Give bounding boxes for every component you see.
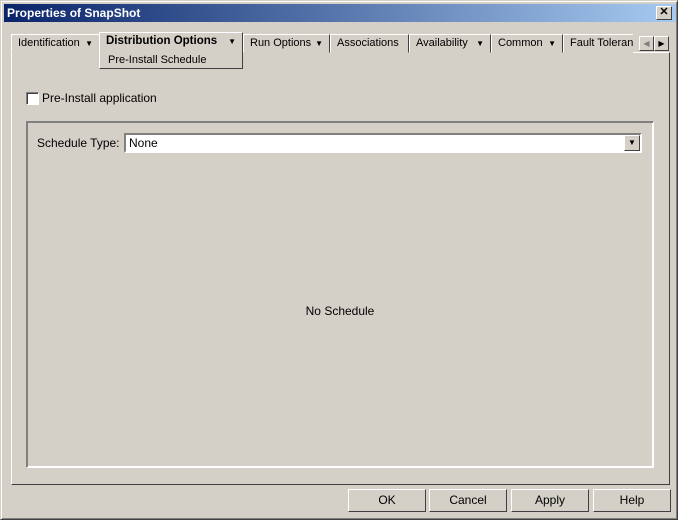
close-button[interactable]: ✕ [656,6,672,20]
tab-label: Run Options [250,37,312,49]
properties-dialog: Properties of SnapShot ✕ Identification ▼… [0,0,678,520]
tab-identification[interactable]: Identification ▼ [11,34,100,53]
help-button[interactable]: Help [593,489,671,512]
tab-label: Distribution Options [106,35,218,47]
pre-install-label[interactable]: Pre-Install application [42,91,157,105]
tab-scroll-right-button[interactable]: ▶ [654,36,669,51]
schedule-type-select[interactable]: None ▼ [124,133,642,153]
tab-distribution-options[interactable]: Distribution Options ▼ Pre-Install Schedul… [99,32,243,69]
subtab-pre-install-schedule[interactable]: Pre-Install Schedule [108,52,206,68]
tab-scroll-left-button[interactable]: ◀ [639,36,654,51]
tab-fault-tolerance[interactable]: Fault Toleran [563,34,633,53]
window-title: Properties of SnapShot [7,6,141,20]
ok-button[interactable]: OK [348,489,426,512]
schedule-type-value: None [129,136,158,150]
pre-install-checkbox[interactable] [26,92,39,105]
tab-label: Availability [416,37,468,49]
tab-label: Associations [337,37,399,49]
apply-button[interactable]: Apply [511,489,589,512]
tab-run-options[interactable]: Run Options ▼ [243,34,330,53]
schedule-group [26,121,654,468]
tab-label: Fault Toleran [570,37,633,49]
schedule-type-label: Schedule Type: [37,136,120,150]
chevron-down-icon[interactable]: ▼ [624,135,640,151]
tab-label: Identification [18,37,80,49]
title-bar: Properties of SnapShot [4,4,676,22]
no-schedule-message: No Schedule [305,304,375,318]
chevron-down-icon[interactable]: ▼ [315,35,323,52]
chevron-down-icon[interactable]: ▼ [85,35,93,52]
tab-label: Common [498,37,543,49]
cancel-button[interactable]: Cancel [429,489,507,512]
chevron-down-icon[interactable]: ▼ [476,35,484,52]
tab-associations[interactable]: Associations [330,34,409,53]
tab-availability[interactable]: Availability ▼ [409,34,491,53]
chevron-down-icon[interactable]: ▼ [228,33,236,50]
tab-common[interactable]: Common ▼ [491,34,563,53]
chevron-down-icon[interactable]: ▼ [548,35,556,52]
